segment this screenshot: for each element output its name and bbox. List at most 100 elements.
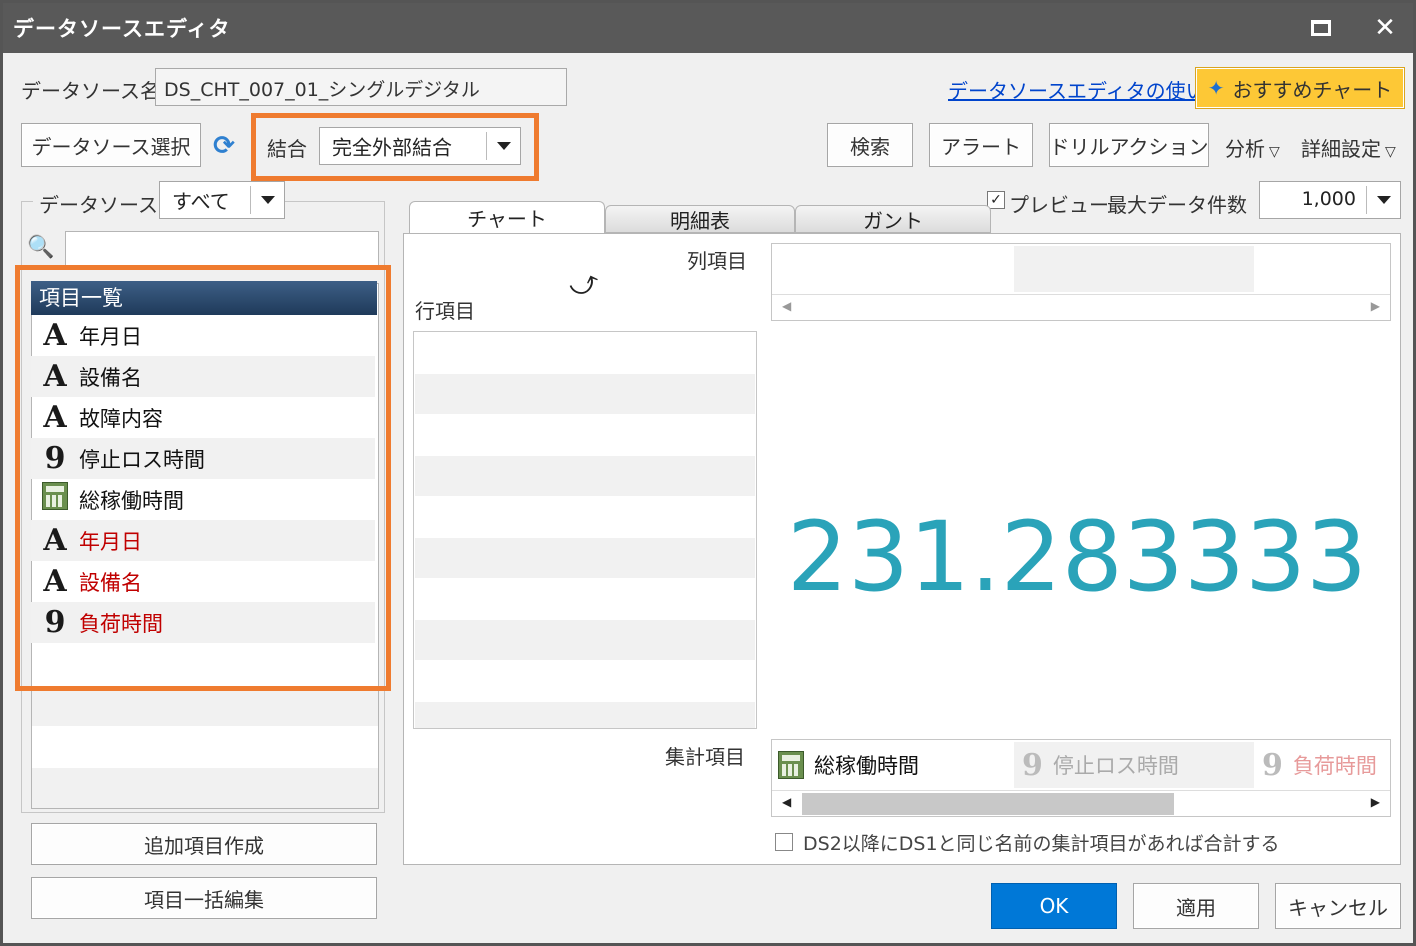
list-item-label: 年月日 <box>79 529 142 554</box>
row-items-dropzone[interactable] <box>413 331 757 729</box>
list-item[interactable]: A 設備名 <box>31 561 375 602</box>
summary-items-dropzone[interactable]: 総稼働時間 9 停止ロス時間 9 負荷時間 ◀ ▶ <box>771 739 1391 817</box>
chevron-down-icon <box>486 132 520 160</box>
detail-settings-label: 詳細設定 <box>1301 137 1381 161</box>
text-type-icon: A <box>43 523 67 558</box>
item-search-input[interactable] <box>65 231 379 267</box>
help-link[interactable]: データソースエディタの使い方 <box>948 75 1226 104</box>
window-title: データソースエディタ <box>13 17 231 41</box>
list-item-label: 年月日 <box>79 324 142 349</box>
summary-scrollbar[interactable]: ◀ ▶ <box>772 790 1390 816</box>
recommend-label: おすすめチャート <box>1232 77 1393 102</box>
scrollbar-thumb[interactable] <box>802 793 1174 815</box>
number-type-icon: 9 <box>1022 747 1043 783</box>
list-item-label: 停止ロス時間 <box>79 447 205 472</box>
text-type-icon: A <box>43 359 67 394</box>
list-item[interactable]: A 年月日 <box>31 520 375 561</box>
tab-detail-table-label: 明細表 <box>670 208 730 233</box>
datasource-label: データソース <box>33 189 164 218</box>
row-items-label: 行項目 <box>415 299 475 323</box>
max-rows-select[interactable]: 1,000 <box>1259 181 1401 219</box>
number-type-icon: 9 <box>1262 747 1283 783</box>
cancel-button[interactable]: キャンセル <box>1275 883 1401 929</box>
summary-item-stop-loss[interactable]: 9 停止ロス時間 <box>1014 742 1254 788</box>
item-rows: A 年月日 A 設備名 A 故障内容 9 停止ロス時間 総稼働時間 A 年月日 A 設備名 9 負荷時間 <box>31 315 375 675</box>
scroll-left-icon[interactable]: ◀ <box>782 299 791 313</box>
text-type-icon: A <box>43 318 67 353</box>
list-item[interactable]: 9 停止ロス時間 <box>31 438 375 479</box>
analysis-menu[interactable]: 分析 ▽ <box>1225 133 1280 162</box>
summary-item-label: 停止ロス時間 <box>1052 754 1179 778</box>
refresh-icon[interactable]: ⟳ <box>209 131 239 161</box>
scroll-right-icon[interactable]: ▶ <box>1371 795 1380 809</box>
calculator-icon <box>778 751 804 779</box>
list-item-label: 総稼働時間 <box>79 488 184 513</box>
calculator-icon <box>37 481 73 518</box>
list-item-label: 設備名 <box>79 570 142 595</box>
text-type-icon: A <box>43 564 67 599</box>
list-item[interactable]: 総稼働時間 <box>31 479 375 520</box>
preview-label: プレビュー <box>1009 193 1109 217</box>
tab-detail-table[interactable]: 明細表 <box>605 205 795 233</box>
list-item[interactable]: A 設備名 <box>31 356 375 397</box>
datasource-filter-select[interactable]: すべて <box>159 181 285 219</box>
summary-item-load-time[interactable]: 9 負荷時間 <box>1260 742 1388 788</box>
apply-button[interactable]: 適用 <box>1133 883 1259 929</box>
title-bar: データソースエディタ ✕ <box>3 3 1413 53</box>
tab-gantt-label: ガント <box>863 208 923 233</box>
dropdown-triangle-icon: ▽ <box>1269 144 1280 160</box>
list-item-label: 故障内容 <box>79 406 163 431</box>
list-item-label: 負荷時間 <box>79 611 163 636</box>
chevron-down-icon <box>1366 186 1400 214</box>
list-item[interactable]: 9 負荷時間 <box>31 602 375 643</box>
column-items-dropzone[interactable]: ◀ ▶ <box>771 243 1391 321</box>
search-icon: 🔍 <box>27 235 55 260</box>
datasource-filter-value: すべて <box>172 189 230 214</box>
analysis-label: 分析 <box>1225 137 1265 161</box>
alert-button[interactable]: アラート <box>929 123 1033 167</box>
list-item[interactable]: A 故障内容 <box>31 397 375 438</box>
close-icon: ✕ <box>1374 13 1396 43</box>
scroll-right-icon[interactable]: ▶ <box>1371 299 1380 313</box>
datasource-name-value: DS_CHT_007_01_シングルデジタル <box>164 79 480 101</box>
item-list-header: 項目一覧 <box>31 281 377 315</box>
recommend-chart-button[interactable]: ✦ おすすめチャート <box>1195 67 1405 109</box>
datasource-select-button[interactable]: データソース選択 <box>21 123 201 167</box>
number-type-icon: 9 <box>44 605 66 640</box>
search-button[interactable]: 検索 <box>827 123 913 167</box>
sum-same-name-label: DS2以降にDS1と同じ名前の集計項目があれば合計する <box>803 833 1280 855</box>
add-item-button[interactable]: 追加項目作成 <box>31 823 377 865</box>
chevron-down-icon <box>250 186 284 214</box>
drill-action-button[interactable]: ドリルアクション <box>1049 123 1209 167</box>
tab-strip: チャート 明細表 ガント <box>405 201 995 235</box>
summary-item-label: 負荷時間 <box>1292 754 1377 778</box>
column-items-label: 列項目 <box>687 249 747 273</box>
close-button[interactable]: ✕ <box>1365 11 1405 45</box>
datasource-name-label: データソース名 <box>21 79 160 103</box>
detail-settings-menu[interactable]: 詳細設定 ▽ <box>1301 133 1396 162</box>
maximize-icon <box>1311 20 1331 36</box>
join-label: 結合 <box>267 137 307 161</box>
summary-item-label: 総稼働時間 <box>814 754 919 778</box>
join-type-select[interactable]: 完全外部結合 <box>319 127 521 165</box>
column-scrollbar[interactable]: ◀ ▶ <box>772 294 1390 320</box>
number-type-icon: 9 <box>44 441 66 476</box>
tab-gantt[interactable]: ガント <box>795 205 991 233</box>
scroll-left-icon[interactable]: ◀ <box>782 795 791 809</box>
sum-same-name-checkbox[interactable] <box>775 833 793 851</box>
max-rows-value: 1,000 <box>1301 188 1356 210</box>
ok-button[interactable]: OK <box>991 883 1117 929</box>
max-rows-label: 最大データ件数 <box>1107 193 1247 217</box>
summary-item-total-operating[interactable]: 総稼働時間 <box>778 746 919 784</box>
join-type-value: 完全外部結合 <box>332 135 452 160</box>
summary-items-label: 集計項目 <box>665 745 745 769</box>
tab-chart[interactable]: チャート <box>409 201 605 233</box>
datasource-name-field[interactable]: DS_CHT_007_01_シングルデジタル <box>155 68 567 106</box>
list-item[interactable]: A 年月日 <box>31 315 375 356</box>
bulk-edit-button[interactable]: 項目一括編集 <box>31 877 377 919</box>
chart-preview-value: 231.283333 <box>786 501 1368 613</box>
tab-chart-label: チャート <box>467 207 547 231</box>
datasource-editor-window: データソースエディタ ✕ データソース名 DS_CHT_007_01_シングルデ… <box>0 0 1416 946</box>
maximize-button[interactable] <box>1301 11 1341 45</box>
list-item-label: 設備名 <box>79 365 142 390</box>
